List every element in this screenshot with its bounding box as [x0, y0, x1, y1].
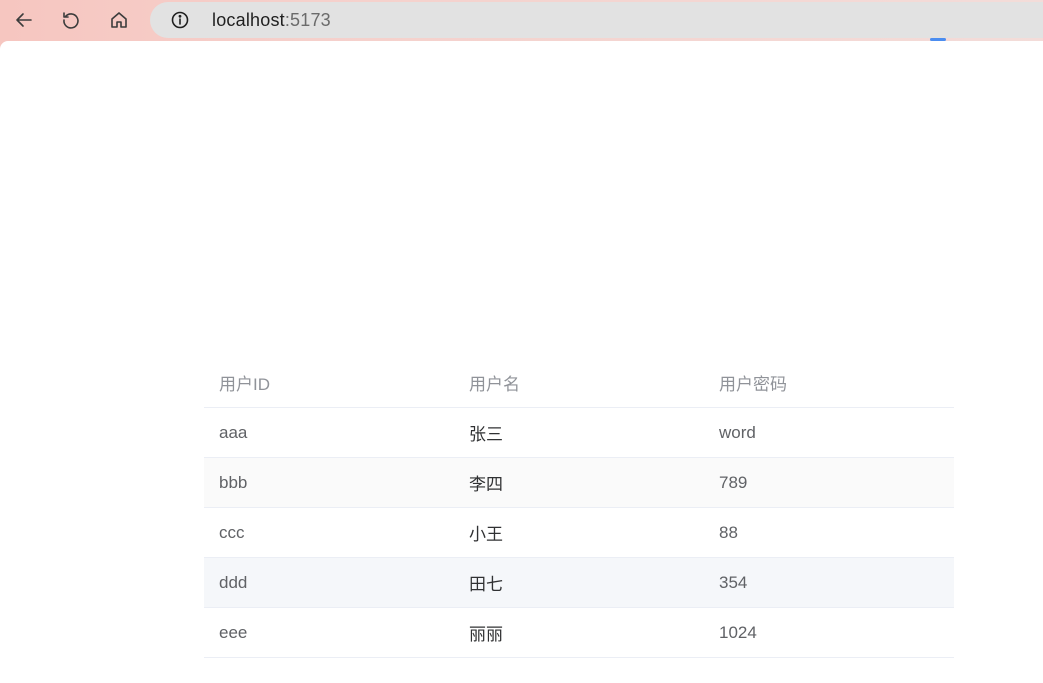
cell-username: 田七	[469, 575, 503, 594]
page-content: 用户ID 用户名 用户密码 aaa 张三 word bbb 李四 789 ccc…	[0, 41, 1043, 683]
url-host: localhost	[212, 10, 285, 30]
cell-password: 88	[719, 522, 738, 542]
browser-toolbar: localhost:5173	[0, 0, 1043, 41]
cell-password: 354	[719, 572, 748, 592]
url-text[interactable]: localhost:5173	[212, 10, 331, 30]
table-row[interactable]: ccc 小王 88	[204, 508, 954, 558]
cell-username: 丽丽	[469, 625, 503, 644]
table-row[interactable]: bbb 李四 789	[204, 458, 954, 508]
url-port: :5173	[284, 10, 331, 30]
user-table: 用户ID 用户名 用户密码 aaa 张三 word bbb 李四 789 ccc…	[204, 358, 954, 658]
cell-username: 小王	[469, 525, 503, 544]
cell-user-id: eee	[219, 622, 248, 642]
table-row[interactable]: ddd 田七 354	[204, 558, 954, 608]
cell-password: 1024	[719, 622, 757, 642]
table-header-row: 用户ID 用户名 用户密码	[204, 358, 954, 408]
cell-user-id: aaa	[219, 422, 248, 442]
cell-username: 李四	[469, 475, 503, 494]
cell-username: 张三	[469, 425, 503, 444]
header-username: 用户名	[469, 375, 520, 394]
home-icon	[111, 12, 127, 28]
cell-password: word	[719, 422, 756, 442]
header-password: 用户密码	[719, 375, 787, 394]
cell-user-id: bbb	[219, 472, 248, 492]
cell-user-id: ddd	[219, 572, 248, 592]
table-row[interactable]: aaa 张三 word	[204, 408, 954, 458]
back-button[interactable]	[8, 4, 40, 36]
cell-password: 789	[719, 472, 748, 492]
address-bar[interactable]: localhost:5173	[150, 2, 1043, 38]
home-button[interactable]	[103, 4, 135, 36]
table-row[interactable]: eee 丽丽 1024	[204, 608, 954, 658]
reload-button[interactable]	[55, 4, 87, 36]
cell-user-id: ccc	[219, 522, 245, 542]
arrow-left-icon	[16, 13, 32, 27]
reload-icon	[63, 12, 79, 29]
info-icon[interactable]	[170, 10, 190, 30]
header-user-id: 用户ID	[219, 375, 270, 394]
